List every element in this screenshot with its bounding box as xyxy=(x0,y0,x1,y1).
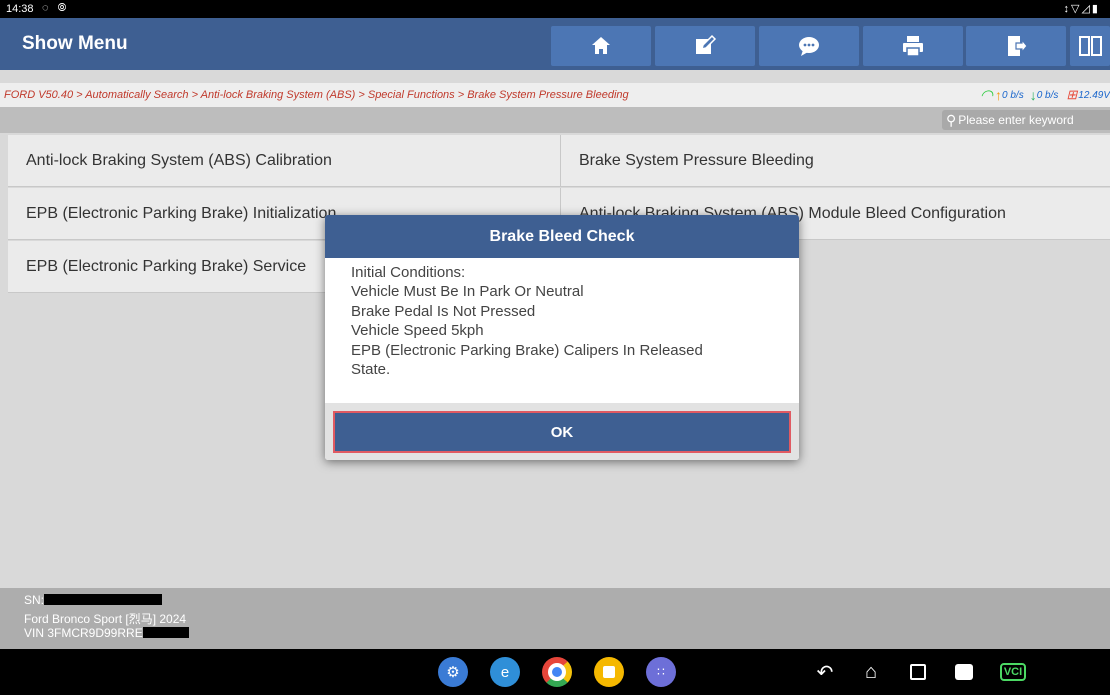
upload-arrow-icon: ↑ xyxy=(995,87,1003,103)
split-view-icon xyxy=(1079,36,1102,56)
battery-icon: ⊞ xyxy=(1066,87,1078,102)
exit-button[interactable] xyxy=(966,26,1066,66)
app-drawer-icon[interactable]: ∷ xyxy=(646,657,676,687)
search-row: ⚲ Please enter keyword xyxy=(0,107,1110,133)
voltage-value: 12.49V xyxy=(1078,89,1110,101)
app-header: Show Menu xyxy=(0,18,1110,70)
redaction-bar xyxy=(142,627,189,638)
browser-app-icon[interactable]: e xyxy=(490,657,520,687)
network-status: ◠ ↑ 0 b/s ↓ 0 b/s ⊞ 12.49V xyxy=(980,85,1110,105)
exit-icon xyxy=(1008,36,1028,56)
chat-icon xyxy=(799,37,819,56)
wifi-icon: ◠ xyxy=(979,87,994,104)
home-nav-icon[interactable]: ⌂ xyxy=(858,659,884,685)
dialog-title: Brake Bleed Check xyxy=(325,215,799,258)
status-notification-icons: ◌ ⦾ xyxy=(42,2,70,14)
dialog-line: EPB (Electronic Parking Brake) Calipers … xyxy=(351,341,703,359)
search-icon: ⚲ xyxy=(946,111,957,128)
system-navigation-bar: ⚙ e ∷ ↶ ⌂ VCI xyxy=(0,649,1110,695)
breadcrumb: FORD V50.40 > Automatically Search > Ant… xyxy=(4,89,629,101)
ok-button[interactable]: OK xyxy=(333,411,791,453)
dialog-line: Vehicle Must Be In Park Or Neutral xyxy=(351,283,584,301)
vehicle-info-panel: SN: Ford Bronco Sport [烈马] 2024 VIN 3FMC… xyxy=(0,588,1110,649)
home-icon xyxy=(592,37,610,54)
back-icon[interactable]: ↶ xyxy=(812,659,838,685)
gallery-icon[interactable] xyxy=(951,659,977,685)
function-item[interactable]: Brake System Pressure Bleeding xyxy=(561,135,1110,187)
edit-icon xyxy=(696,34,717,54)
vin-label: VIN 3FMCR9D99RRE xyxy=(24,626,143,640)
chrome-app-icon[interactable] xyxy=(542,657,572,687)
recents-icon[interactable] xyxy=(905,659,931,685)
vehicle-model: Ford Bronco Sport [烈马] 2024 xyxy=(24,612,187,626)
serial-label: SN: xyxy=(24,593,45,607)
status-bar: 14:38 ◌ ⦾ ↕▽◿▮ xyxy=(0,0,1110,18)
redaction-bar xyxy=(44,594,163,605)
dialog-footer: OK xyxy=(325,403,799,460)
dialog-line: Vehicle Speed 5kph xyxy=(351,322,484,340)
function-item[interactable]: Anti-lock Braking System (ABS) Calibrati… xyxy=(8,135,561,187)
dialog-body: Initial Conditions: Vehicle Must Be In P… xyxy=(325,258,799,379)
dialog-line: Brake Pedal Is Not Pressed xyxy=(351,302,536,320)
dialog-line: Initial Conditions: xyxy=(351,264,466,281)
serial-number: SN: xyxy=(24,593,163,607)
settings-app-icon[interactable]: ⚙ xyxy=(438,657,468,687)
status-time: 14:38 xyxy=(6,3,34,15)
download-arrow-icon: ↓ xyxy=(1029,87,1037,103)
download-rate: 0 b/s xyxy=(1036,89,1059,101)
split-view-button[interactable] xyxy=(1070,26,1110,66)
brake-bleed-dialog: Brake Bleed Check Initial Conditions: Ve… xyxy=(325,215,799,460)
print-icon xyxy=(903,36,923,57)
notes-app-icon[interactable] xyxy=(594,657,624,687)
vin-number: VIN 3FMCR9D99RRE xyxy=(24,626,189,640)
status-system-icons: ↕▽◿▮ xyxy=(1063,3,1100,15)
search-input[interactable]: ⚲ Please enter keyword xyxy=(942,110,1110,130)
print-button[interactable] xyxy=(863,26,963,66)
chat-button[interactable] xyxy=(759,26,859,66)
home-button[interactable] xyxy=(551,26,651,66)
dialog-line: State. xyxy=(351,361,391,379)
vci-icon[interactable]: VCI xyxy=(999,659,1027,685)
edit-button[interactable] xyxy=(655,26,755,66)
page-title: Show Menu xyxy=(22,33,128,54)
upload-rate: 0 b/s xyxy=(1002,89,1024,101)
breadcrumb-bar: FORD V50.40 > Automatically Search > Ant… xyxy=(0,83,1110,107)
search-placeholder: Please enter keyword xyxy=(958,113,1074,127)
